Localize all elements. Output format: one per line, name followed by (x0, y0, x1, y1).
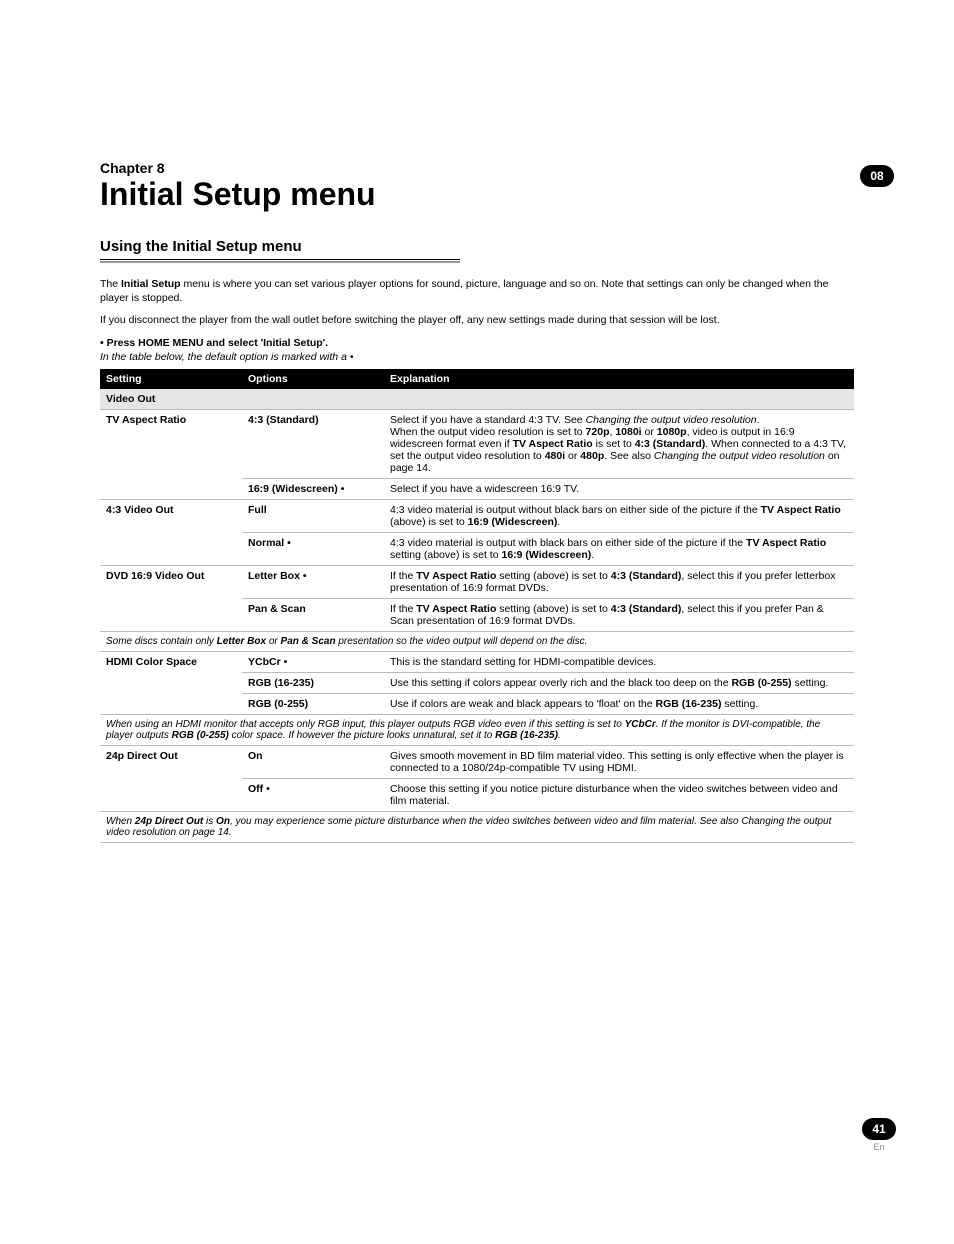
table-row: 4:3 Video Out Full 4:3 video material is… (100, 500, 854, 533)
table-row: TV Aspect Ratio 4:3 (Standard) Select if… (100, 410, 854, 479)
note-text: Some discs contain only Letter Box or Pa… (100, 632, 854, 652)
cell-option: Letter Box • (242, 566, 384, 599)
cell-setting (100, 779, 242, 812)
group-header-video-out: Video Out (100, 389, 854, 410)
table-row: 24p Direct Out On Gives smooth movement … (100, 746, 854, 779)
cell-option: On (242, 746, 384, 779)
cell-setting (100, 533, 242, 566)
cell-option: 4:3 (Standard) (242, 410, 384, 479)
settings-table: Setting Options Explanation Video Out TV… (100, 369, 854, 843)
note-text: When 24p Direct Out is On, you may exper… (100, 812, 854, 843)
col-header-explanation: Explanation (384, 369, 854, 389)
cell-explanation: This is the standard setting for HDMI-co… (384, 652, 854, 673)
table-row: DVD 16:9 Video Out Letter Box • If the T… (100, 566, 854, 599)
intro-paragraph-2: If you disconnect the player from the wa… (100, 313, 854, 327)
chapter-label: Chapter 8 (100, 160, 854, 176)
text: The (100, 278, 121, 290)
cell-option: Full (242, 500, 384, 533)
note-text: When using an HDMI monitor that accepts … (100, 715, 854, 746)
cell-explanation: 4:3 video material is output without bla… (384, 500, 854, 533)
table-row: 16:9 (Widescreen) • Select if you have a… (100, 479, 854, 500)
table-row: Normal • 4:3 video material is output wi… (100, 533, 854, 566)
table-note-row: When using an HDMI monitor that accepts … (100, 715, 854, 746)
table-row: Pan & Scan If the TV Aspect Ratio settin… (100, 599, 854, 632)
cell-option: 16:9 (Widescreen) • (242, 479, 384, 500)
cell-setting (100, 599, 242, 632)
table-row: Off • Choose this setting if you notice … (100, 779, 854, 812)
cell-explanation: Gives smooth movement in BD film materia… (384, 746, 854, 779)
text: menu is where you can set various player… (100, 278, 828, 304)
table-note-row: Some discs contain only Letter Box or Pa… (100, 632, 854, 652)
intro-paragraph-1: The Initial Setup menu is where you can … (100, 277, 854, 305)
section-heading: Using the Initial Setup menu (100, 238, 854, 255)
cell-setting: DVD 16:9 Video Out (100, 566, 242, 599)
table-row: RGB (0-255) Use if colors are weak and b… (100, 694, 854, 715)
cell-explanation: Select if you have a widescreen 16:9 TV. (384, 479, 854, 500)
cell-explanation: Use this setting if colors appear overly… (384, 673, 854, 694)
cell-setting (100, 694, 242, 715)
chapter-title: Initial Setup menu (100, 178, 854, 212)
page-number-badge: 41 (862, 1118, 896, 1140)
cell-setting: HDMI Color Space (100, 652, 242, 673)
table-row: HDMI Color Space YCbCr • This is the sta… (100, 652, 854, 673)
instruction-note: In the table below, the default option i… (100, 351, 854, 363)
col-header-setting: Setting (100, 369, 242, 389)
col-header-options: Options (242, 369, 384, 389)
cell-explanation: 4:3 video material is output with black … (384, 533, 854, 566)
page-language: En (862, 1142, 896, 1152)
cell-setting: TV Aspect Ratio (100, 410, 242, 479)
cell-setting (100, 673, 242, 694)
cell-explanation: If the TV Aspect Ratio setting (above) i… (384, 566, 854, 599)
table-note-row: When 24p Direct Out is On, you may exper… (100, 812, 854, 843)
cell-setting (100, 479, 242, 500)
cell-option: Pan & Scan (242, 599, 384, 632)
cell-option: RGB (0-255) (242, 694, 384, 715)
cell-setting: 24p Direct Out (100, 746, 242, 779)
page-footer: 41 En (862, 1118, 896, 1152)
cell-option: YCbCr • (242, 652, 384, 673)
instruction-bold: • Press HOME MENU and select 'Initial Se… (100, 337, 328, 349)
cell-explanation: Use if colors are weak and black appears… (384, 694, 854, 715)
cell-explanation: Select if you have a standard 4:3 TV. Se… (384, 410, 854, 479)
cell-setting: 4:3 Video Out (100, 500, 242, 533)
chapter-number-badge: 08 (860, 165, 894, 187)
cell-explanation: Choose this setting if you notice pictur… (384, 779, 854, 812)
cell-option: RGB (16-235) (242, 673, 384, 694)
bold-text: Initial Setup (121, 278, 181, 290)
table-row: RGB (16-235) Use this setting if colors … (100, 673, 854, 694)
cell-option: Off • (242, 779, 384, 812)
cell-explanation: If the TV Aspect Ratio setting (above) i… (384, 599, 854, 632)
section-rule (100, 259, 460, 263)
cell-option: Normal • (242, 533, 384, 566)
instruction-line: • Press HOME MENU and select 'Initial Se… (100, 337, 854, 349)
